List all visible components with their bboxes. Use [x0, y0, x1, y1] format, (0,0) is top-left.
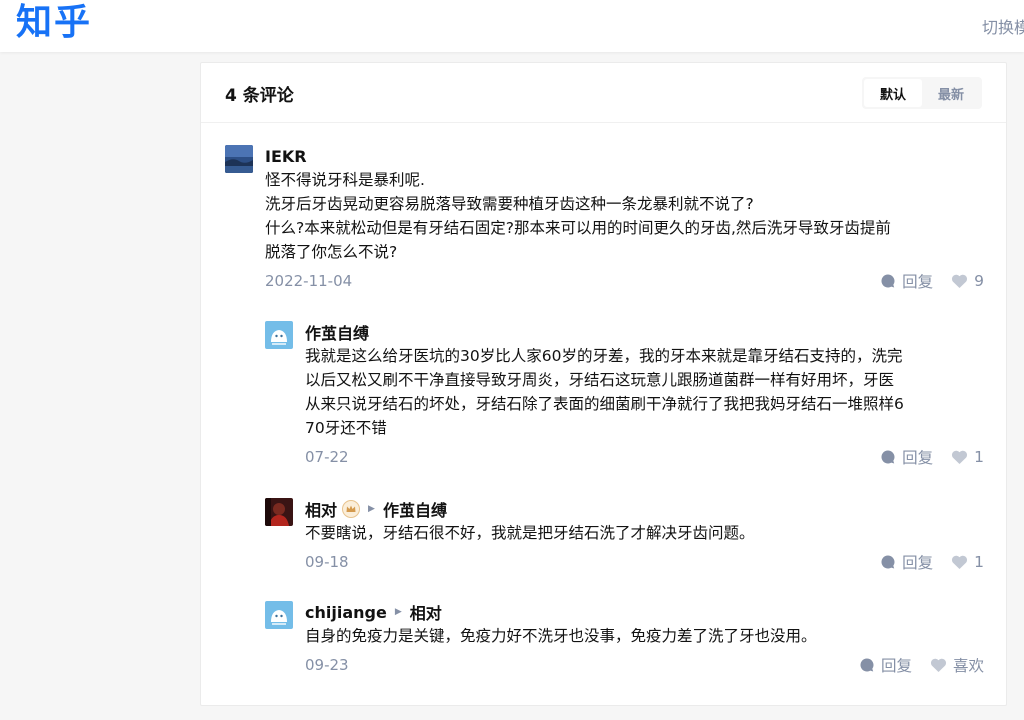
comment-actions: 回复 1	[880, 550, 984, 574]
comment-meta: 相对 ▶ 作茧自缚	[305, 498, 984, 520]
like-button[interactable]: 1	[951, 553, 984, 571]
comment-actions: 回复 1	[880, 445, 984, 469]
comment-footer: 09-23 回复 喜欢	[305, 653, 984, 677]
comment-author[interactable]: chijiange	[305, 603, 387, 622]
comment-date: 09-18	[305, 553, 349, 571]
like-count: 1	[974, 448, 984, 466]
comment-bubble-icon	[881, 274, 895, 288]
comment-meta: chijiange ▶ 相对	[305, 600, 984, 624]
comment-body: chijiange ▶ 相对 自身的免疫力是关键，免疫力好不洗牙也没事，免疫力差…	[305, 601, 984, 677]
sort-latest-button[interactable]: 最新	[922, 79, 980, 107]
comments-panel: 4 条评论 默认 最新 IEKR 怪不得说牙科是暴利呢. 洗牙后牙齿晃动更容易脱…	[200, 62, 1007, 706]
reply-label: 回复	[902, 554, 934, 572]
like-count: 1	[974, 553, 984, 571]
comment-text: 自身的免疫力是关键，免疫力好不洗牙也没事，免疫力差了洗了牙也没用。	[305, 627, 817, 645]
comment-count: 4 条评论	[225, 86, 294, 106]
photo-avatar-icon	[265, 498, 293, 526]
comment-bubble-icon	[860, 658, 874, 672]
comment-meta: IEKR	[265, 145, 984, 167]
comment-footer: 09-18 回复 1	[305, 550, 984, 574]
comment-text: 我就是这么给牙医坑的30岁比人家60岁的牙差，我的牙本来就是靠牙结石支持的，洗完…	[305, 347, 904, 437]
sort-toggle: 默认 最新	[862, 77, 982, 109]
zhihu-logo[interactable]: 知乎	[16, 0, 92, 46]
comment-date: 09-23	[305, 656, 349, 674]
comment-body: 作茧自缚 我就是这么给牙医坑的30岁比人家60岁的牙差，我的牙本来就是靠牙结石支…	[305, 321, 984, 469]
comment-author[interactable]: IEKR	[265, 147, 307, 166]
comment-text: 怪不得说牙科是暴利呢. 洗牙后牙齿晃动更容易脱落导致需要种植牙齿这种一条龙暴利就…	[265, 171, 891, 261]
reply-button[interactable]: 回复	[880, 270, 933, 292]
comments-header: 4 条评论 默认 最新	[201, 63, 1006, 123]
switch-mode-link[interactable]: 切换模	[982, 14, 1024, 38]
like-label: 喜欢	[952, 657, 984, 675]
reply-to-author[interactable]: 相对	[410, 600, 442, 624]
like-button[interactable]: 喜欢	[930, 654, 984, 676]
avatar[interactable]	[265, 498, 293, 526]
reply-button[interactable]: 回复	[880, 446, 933, 468]
avatar[interactable]	[265, 601, 293, 629]
like-count: 9	[974, 272, 984, 290]
reply-label: 回复	[902, 273, 934, 291]
default-avatar-icon	[265, 321, 293, 349]
comment-author[interactable]: 作茧自缚	[305, 320, 369, 344]
comment-body: IEKR 怪不得说牙科是暴利呢. 洗牙后牙齿晃动更容易脱落导致需要种植牙齿这种一…	[265, 145, 984, 293]
reply-to-author[interactable]: 作茧自缚	[383, 497, 447, 521]
reply-arrow-icon: ▶	[368, 504, 375, 514]
landscape-avatar-icon	[225, 145, 253, 173]
comment-bubble-icon	[881, 555, 895, 569]
like-button[interactable]: 9	[951, 272, 984, 290]
avatar[interactable]	[225, 145, 253, 173]
comment-author[interactable]: 相对	[305, 497, 337, 521]
default-avatar-icon	[265, 601, 293, 629]
heart-icon	[930, 658, 947, 672]
reply-label: 回复	[902, 449, 934, 467]
heart-icon	[952, 555, 968, 569]
sort-default-button[interactable]: 默认	[864, 79, 922, 107]
comment-meta: 作茧自缚	[305, 321, 984, 343]
comment-actions: 回复 9	[880, 269, 984, 293]
reply-arrow-icon: ▶	[394, 607, 402, 617]
comment-actions: 回复 喜欢	[859, 653, 984, 677]
comment-body: 相对 ▶ 作茧自缚 不要瞎说，牙结石很不好，我就是把牙结石洗了才解决牙齿问题。 …	[305, 498, 984, 574]
reply-label: 回复	[880, 657, 912, 675]
heart-icon	[952, 274, 968, 288]
heart-icon	[952, 450, 968, 464]
comment-footer: 2022-11-04 回复 9	[265, 269, 984, 293]
comment-footer: 07-22 回复 1	[305, 445, 984, 469]
comment-date: 2022-11-04	[265, 272, 353, 290]
reply-button[interactable]: 回复	[859, 654, 912, 676]
reply-button[interactable]: 回复	[880, 551, 933, 573]
comment-text: 不要瞎说，牙结石很不好，我就是把牙结石洗了才解决牙齿问题。	[305, 524, 755, 542]
top-bar: 知乎 切换模	[0, 0, 1024, 52]
comment-bubble-icon	[881, 450, 895, 464]
crown-badge-icon	[342, 500, 361, 518]
comment-date: 07-22	[305, 448, 349, 466]
avatar[interactable]	[265, 321, 293, 349]
like-button[interactable]: 1	[951, 448, 984, 466]
